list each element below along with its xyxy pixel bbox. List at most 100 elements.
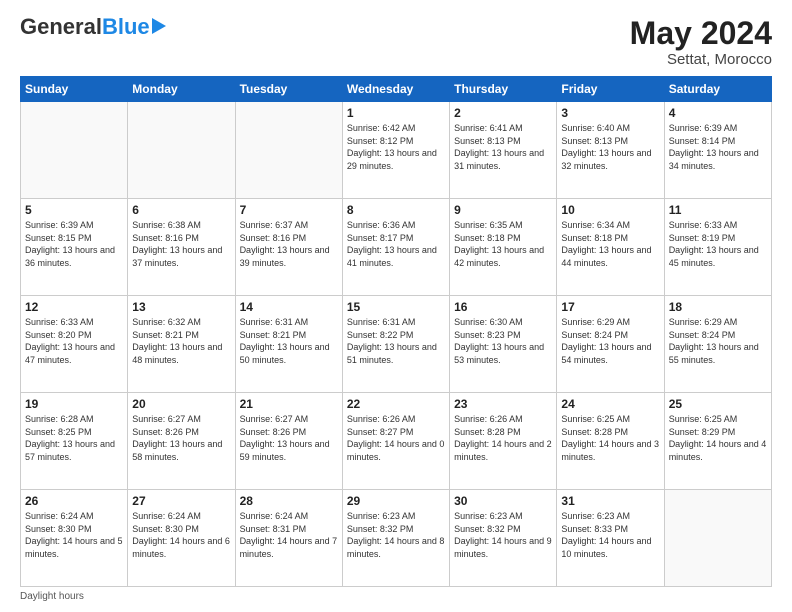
day-number: 8 [347, 203, 445, 217]
calendar-cell-4-3: 21 Sunrise: 6:27 AMSunset: 8:26 PMDayligh… [235, 393, 342, 490]
calendar-cell-2-4: 8 Sunrise: 6:36 AMSunset: 8:17 PMDaylight… [342, 199, 449, 296]
daylight-label: Daylight hours [20, 591, 84, 602]
calendar-week-2: 5 Sunrise: 6:39 AMSunset: 8:15 PMDaylight… [21, 199, 772, 296]
month-year: May 2024 [630, 16, 772, 51]
day-number: 30 [454, 494, 552, 508]
calendar-cell-4-6: 24Sunrise: 6:25 AMSunset: 8:28 PMDayligh… [557, 393, 664, 490]
calendar-cell-1-3 [235, 102, 342, 199]
day-info: Sunrise: 6:29 AMSunset: 8:24 PMDaylight:… [561, 316, 659, 366]
calendar-cell-5-1: 26Sunrise: 6:24 AMSunset: 8:30 PMDayligh… [21, 490, 128, 587]
calendar-cell-1-5: 2 Sunrise: 6:41 AMSunset: 8:13 PMDaylight… [450, 102, 557, 199]
calendar-cell-4-1: 19Sunrise: 6:28 AMSunset: 8:25 PMDayligh… [21, 393, 128, 490]
calendar-week-4: 19Sunrise: 6:28 AMSunset: 8:25 PMDayligh… [21, 393, 772, 490]
calendar-header-row: SundayMondayTuesdayWednesdayThursdayFrid… [21, 77, 772, 102]
day-number: 3 [561, 106, 659, 120]
calendar-dow-thursday: Thursday [450, 77, 557, 102]
day-number: 20 [132, 397, 230, 411]
day-info: Sunrise: 6:31 AMSunset: 8:21 PMDaylight:… [240, 316, 338, 366]
day-info: Sunrise: 6:28 AMSunset: 8:25 PMDaylight:… [25, 413, 123, 463]
footer-note: Daylight hours [20, 591, 772, 602]
day-info: Sunrise: 6:30 AMSunset: 8:23 PMDaylight:… [454, 316, 552, 366]
day-number: 7 [240, 203, 338, 217]
calendar-cell-4-2: 20Sunrise: 6:27 AMSunset: 8:26 PMDayligh… [128, 393, 235, 490]
day-number: 2 [454, 106, 552, 120]
logo-text: GeneralBlue [20, 16, 166, 38]
day-info: Sunrise: 6:32 AMSunset: 8:21 PMDaylight:… [132, 316, 230, 366]
calendar-table: SundayMondayTuesdayWednesdayThursdayFrid… [20, 76, 772, 587]
calendar-cell-5-2: 27 Sunrise: 6:24 AMSunset: 8:30 PMDayligh… [128, 490, 235, 587]
calendar-cell-3-7: 18Sunrise: 6:29 AMSunset: 8:24 PMDayligh… [664, 296, 771, 393]
day-number: 31 [561, 494, 659, 508]
day-info: Sunrise: 6:23 AMSunset: 8:32 PMDaylight:… [454, 510, 552, 560]
day-info: Sunrise: 6:24 AMSunset: 8:30 PMDaylight:… [132, 510, 230, 560]
location: Settat, Morocco [630, 51, 772, 68]
day-info: Sunrise: 6:34 AMSunset: 8:18 PMDaylight:… [561, 219, 659, 269]
day-info: Sunrise: 6:26 AMSunset: 8:28 PMDaylight:… [454, 413, 552, 463]
calendar-cell-3-2: 13 Sunrise: 6:32 AMSunset: 8:21 PMDayligh… [128, 296, 235, 393]
calendar-week-5: 26Sunrise: 6:24 AMSunset: 8:30 PMDayligh… [21, 490, 772, 587]
calendar-dow-saturday: Saturday [664, 77, 771, 102]
day-info: Sunrise: 6:39 AMSunset: 8:14 PMDaylight:… [669, 122, 767, 172]
day-number: 21 [240, 397, 338, 411]
day-info: Sunrise: 6:24 AMSunset: 8:30 PMDaylight:… [25, 510, 123, 560]
calendar-dow-friday: Friday [557, 77, 664, 102]
calendar-cell-1-4: 1 Sunrise: 6:42 AMSunset: 8:12 PMDaylight… [342, 102, 449, 199]
calendar-week-3: 12 Sunrise: 6:33 AMSunset: 8:20 PMDayligh… [21, 296, 772, 393]
calendar-cell-3-3: 14 Sunrise: 6:31 AMSunset: 8:21 PMDayligh… [235, 296, 342, 393]
logo: GeneralBlue [20, 16, 166, 38]
day-number: 4 [669, 106, 767, 120]
day-info: Sunrise: 6:33 AMSunset: 8:19 PMDaylight:… [669, 219, 767, 269]
calendar-cell-4-5: 23 Sunrise: 6:26 AMSunset: 8:28 PMDayligh… [450, 393, 557, 490]
calendar-cell-2-3: 7 Sunrise: 6:37 AMSunset: 8:16 PMDaylight… [235, 199, 342, 296]
calendar-dow-tuesday: Tuesday [235, 77, 342, 102]
header: GeneralBlue May 2024 Settat, Morocco [20, 16, 772, 68]
day-number: 23 [454, 397, 552, 411]
day-number: 15 [347, 300, 445, 314]
day-info: Sunrise: 6:37 AMSunset: 8:16 PMDaylight:… [240, 219, 338, 269]
calendar-cell-1-6: 3Sunrise: 6:40 AMSunset: 8:13 PMDaylight… [557, 102, 664, 199]
day-number: 25 [669, 397, 767, 411]
day-number: 14 [240, 300, 338, 314]
day-number: 11 [669, 203, 767, 217]
day-info: Sunrise: 6:36 AMSunset: 8:17 PMDaylight:… [347, 219, 445, 269]
day-number: 12 [25, 300, 123, 314]
day-info: Sunrise: 6:33 AMSunset: 8:20 PMDaylight:… [25, 316, 123, 366]
calendar-cell-1-2 [128, 102, 235, 199]
calendar-cell-5-5: 30 Sunrise: 6:23 AMSunset: 8:32 PMDayligh… [450, 490, 557, 587]
logo-general: General [20, 16, 102, 38]
day-info: Sunrise: 6:27 AMSunset: 8:26 PMDaylight:… [240, 413, 338, 463]
day-info: Sunrise: 6:42 AMSunset: 8:12 PMDaylight:… [347, 122, 445, 172]
calendar-cell-5-3: 28Sunrise: 6:24 AMSunset: 8:31 PMDayligh… [235, 490, 342, 587]
calendar-cell-2-7: 11 Sunrise: 6:33 AMSunset: 8:19 PMDayligh… [664, 199, 771, 296]
calendar-cell-2-5: 9Sunrise: 6:35 AMSunset: 8:18 PMDaylight… [450, 199, 557, 296]
calendar-cell-3-6: 17 Sunrise: 6:29 AMSunset: 8:24 PMDayligh… [557, 296, 664, 393]
day-number: 13 [132, 300, 230, 314]
day-info: Sunrise: 6:25 AMSunset: 8:28 PMDaylight:… [561, 413, 659, 463]
day-info: Sunrise: 6:38 AMSunset: 8:16 PMDaylight:… [132, 219, 230, 269]
day-number: 5 [25, 203, 123, 217]
calendar-cell-3-4: 15 Sunrise: 6:31 AMSunset: 8:22 PMDayligh… [342, 296, 449, 393]
calendar-week-1: 1 Sunrise: 6:42 AMSunset: 8:12 PMDaylight… [21, 102, 772, 199]
day-number: 1 [347, 106, 445, 120]
day-info: Sunrise: 6:41 AMSunset: 8:13 PMDaylight:… [454, 122, 552, 172]
calendar-cell-2-1: 5 Sunrise: 6:39 AMSunset: 8:15 PMDaylight… [21, 199, 128, 296]
day-number: 17 [561, 300, 659, 314]
calendar-cell-3-1: 12 Sunrise: 6:33 AMSunset: 8:20 PMDayligh… [21, 296, 128, 393]
day-number: 6 [132, 203, 230, 217]
calendar-dow-sunday: Sunday [21, 77, 128, 102]
calendar-dow-monday: Monday [128, 77, 235, 102]
logo-arrow-icon [152, 18, 166, 34]
day-info: Sunrise: 6:35 AMSunset: 8:18 PMDaylight:… [454, 219, 552, 269]
calendar-cell-5-6: 31Sunrise: 6:23 AMSunset: 8:33 PMDayligh… [557, 490, 664, 587]
title-block: May 2024 Settat, Morocco [630, 16, 772, 68]
calendar-cell-5-4: 29Sunrise: 6:23 AMSunset: 8:32 PMDayligh… [342, 490, 449, 587]
day-number: 27 [132, 494, 230, 508]
calendar-cell-5-7 [664, 490, 771, 587]
day-info: Sunrise: 6:23 AMSunset: 8:32 PMDaylight:… [347, 510, 445, 560]
calendar-cell-3-5: 16Sunrise: 6:30 AMSunset: 8:23 PMDayligh… [450, 296, 557, 393]
day-info: Sunrise: 6:31 AMSunset: 8:22 PMDaylight:… [347, 316, 445, 366]
calendar-cell-2-6: 10Sunrise: 6:34 AMSunset: 8:18 PMDayligh… [557, 199, 664, 296]
day-number: 22 [347, 397, 445, 411]
calendar-cell-1-1 [21, 102, 128, 199]
day-info: Sunrise: 6:39 AMSunset: 8:15 PMDaylight:… [25, 219, 123, 269]
